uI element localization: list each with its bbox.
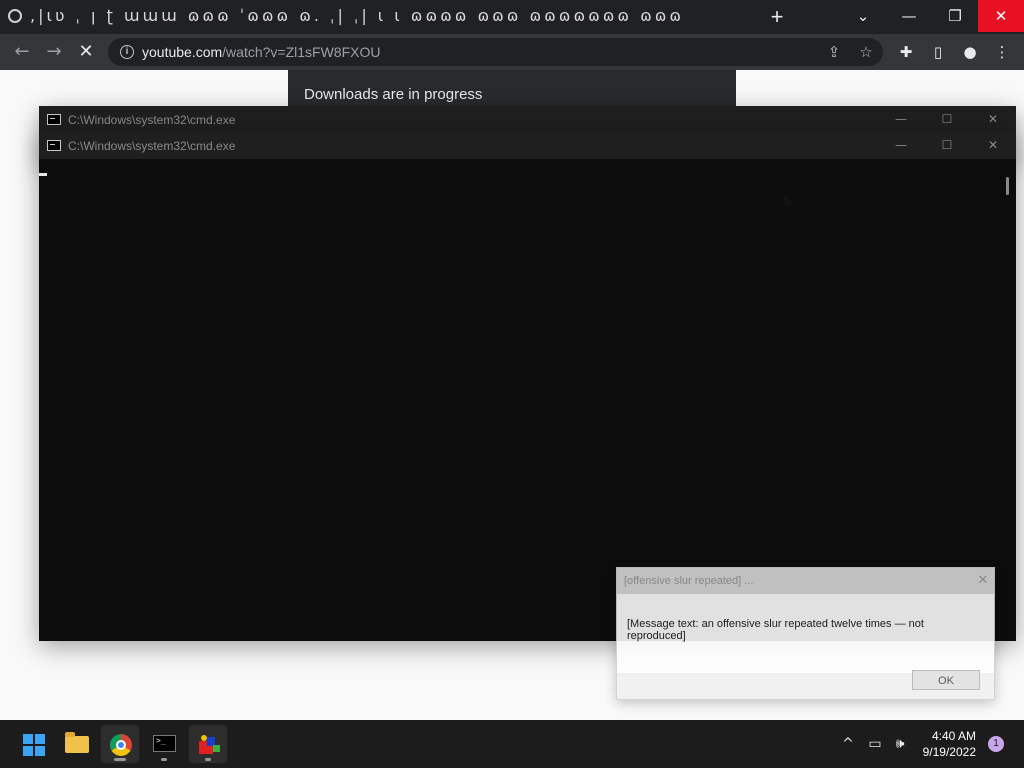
windows-logo-icon <box>23 734 45 756</box>
cmd-title: C:\Windows\system32\cmd.exe <box>68 113 236 127</box>
taskbar-file-explorer[interactable] <box>57 725 95 763</box>
address-bar[interactable]: i youtube.com/watch?v=Zl1sFW8FXOU ⇪ ☆ <box>108 38 883 66</box>
cmd-close-button[interactable]: ✕ <box>970 106 1016 133</box>
folder-icon <box>65 732 89 753</box>
browser-toolbar: ← → ✕ i youtube.com/watch?v=Zl1sFW8FXOU … <box>0 34 1024 70</box>
colorful-app-icon <box>197 733 221 755</box>
notification-badge[interactable]: 1 <box>988 736 1004 752</box>
chrome-icon <box>110 734 132 756</box>
url-path: /watch?v=Zl1sFW8FXOU <box>222 44 381 60</box>
extensions-puzzle-icon[interactable]: ✚ <box>895 41 917 63</box>
console-scrollbar[interactable] <box>1006 177 1009 195</box>
cmd-window-front[interactable]: C:\Windows\system32\cmd.exe — ☐ ✕ <box>39 132 1016 641</box>
cmd-minimize-button[interactable]: — <box>878 106 924 133</box>
message-box-titlebar[interactable]: [offensive slur repeated] ... ✕ <box>617 568 994 594</box>
share-icon[interactable]: ⇪ <box>824 42 844 62</box>
cmd-titlebar[interactable]: C:\Windows\system32\cmd.exe — ☐ ✕ <box>39 132 1016 159</box>
browser-tab-strip: ,|ɩʋ ˌ ꞁ ʈ ɯɯɯ ɷɷɷ ˈɷɷɷ ɷ. ˌ| ˌ| ɩ ɩ ɷɷɷ… <box>0 0 1024 34</box>
site-info-icon[interactable]: i <box>120 45 134 59</box>
tab-search-chevron-down-icon[interactable]: ⌄ <box>840 0 886 32</box>
cmd-title: C:\Windows\system32\cmd.exe <box>68 139 236 153</box>
downloads-bubble-text: Downloads are in progress <box>304 86 483 103</box>
tab-row-glyphs[interactable]: ,|ɩʋ ˌ ꞁ ʈ ɯɯɯ ɷɷɷ ˈɷɷɷ ɷ. ˌ| ˌ| ɩ ɩ ɷɷɷ… <box>30 6 730 28</box>
taskbar: ^ ▭ 🕪 4:40 AM 9/19/2022 1 <box>0 720 1024 768</box>
cmd-app-icon <box>47 140 61 151</box>
minimize-button[interactable]: — <box>886 0 932 32</box>
profile-icon[interactable]: ● <box>959 41 981 63</box>
forward-arrow-icon[interactable]: → <box>42 40 66 64</box>
message-box-dialog[interactable]: [offensive slur repeated] ... ✕ [Message… <box>616 567 995 700</box>
stop-loading-icon[interactable]: ✕ <box>74 40 98 64</box>
message-box-body: [Message text: an offensive slur repeate… <box>617 594 994 673</box>
taskbar-unknown-app[interactable] <box>189 725 227 763</box>
restore-button[interactable]: ❐ <box>932 0 978 32</box>
chevron-up-icon[interactable]: ^ <box>837 733 859 755</box>
cmd-maximize-button[interactable]: ☐ <box>924 132 970 159</box>
new-tab-button[interactable]: + <box>766 5 788 29</box>
message-box-title: [offensive slur repeated] ... <box>624 575 754 587</box>
taskbar-clock[interactable]: 4:40 AM 9/19/2022 <box>906 728 976 760</box>
downloads-in-progress-bubble: Downloads are in progress <box>288 70 736 106</box>
side-panel-icon[interactable]: ▯ <box>927 41 949 63</box>
network-icon[interactable]: ▭ <box>864 733 886 755</box>
message-box-text: [Message text: an offensive slur repeate… <box>627 618 924 642</box>
cmd-titlebar[interactable]: C:\Windows\system32\cmd.exe — ☐ ✕ <box>39 106 1016 133</box>
menu-kebab-icon[interactable]: ⋮ <box>991 41 1013 63</box>
cmd-close-button[interactable]: ✕ <box>970 132 1016 159</box>
cmd-app-icon <box>47 114 61 125</box>
start-button[interactable] <box>13 725 51 763</box>
taskbar-chrome[interactable] <box>101 725 139 763</box>
cmd-minimize-button[interactable]: — <box>878 132 924 159</box>
message-box-close-icon[interactable]: ✕ <box>973 571 993 591</box>
ok-button[interactable]: OK <box>912 670 980 690</box>
clock-time: 4:40 AM <box>931 729 976 743</box>
taskbar-terminal[interactable] <box>145 725 183 763</box>
close-button[interactable]: ✕ <box>978 0 1024 32</box>
back-arrow-icon[interactable]: ← <box>10 40 34 64</box>
active-app-indicator <box>114 758 126 761</box>
cmd-maximize-button[interactable]: ☐ <box>924 106 970 133</box>
url-host: youtube.com <box>142 44 223 60</box>
bookmark-star-icon[interactable]: ☆ <box>856 42 876 62</box>
running-app-indicator <box>205 758 211 761</box>
terminal-icon <box>153 735 176 752</box>
loading-favicon-icon <box>8 9 22 23</box>
url-text[interactable]: youtube.com/watch?v=Zl1sFW8FXOU <box>142 44 381 60</box>
clock-date: 9/19/2022 <box>922 745 976 759</box>
running-app-indicator <box>161 758 167 761</box>
console-cursor <box>39 173 47 176</box>
